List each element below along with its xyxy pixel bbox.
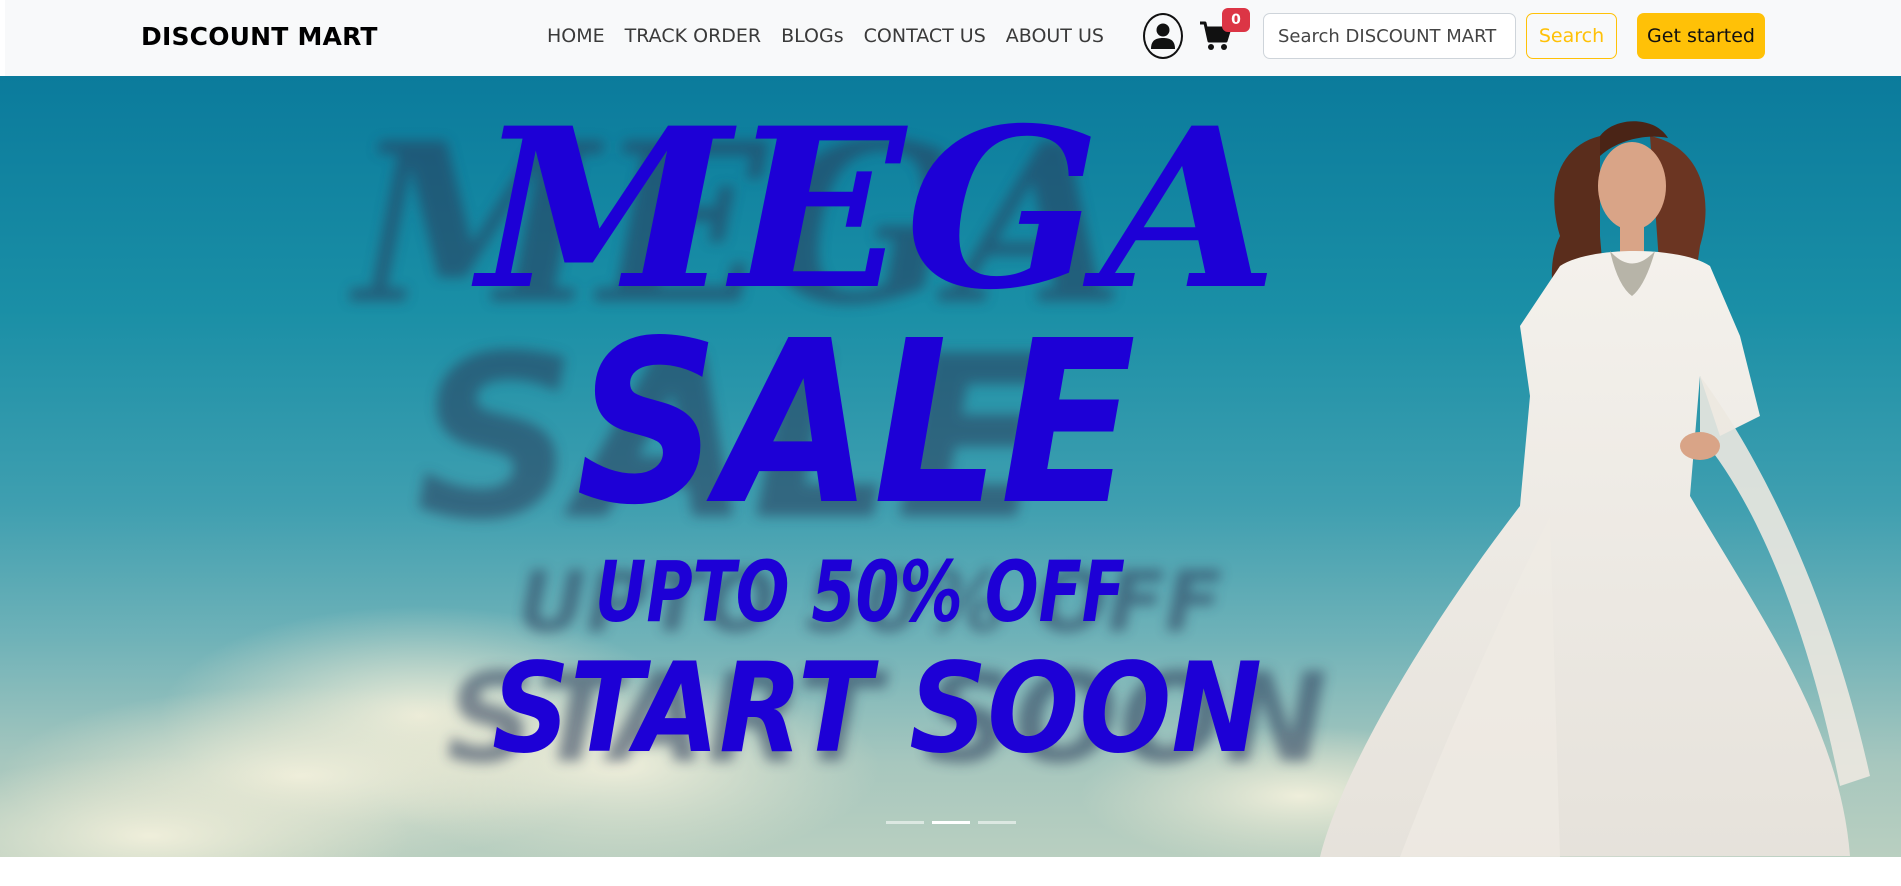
nav-contact-us-link[interactable]: CONTACT US [864,25,986,47]
hero-tagline-text: START SOON [492,637,1262,781]
carousel-indicator-2[interactable] [932,821,970,824]
hero-headline-sale: SALE [576,293,1136,555]
hero-carousel[interactable]: MEGA SALE UPTO 50% OFF START SOON MEGA S… [0,76,1901,857]
user-circle-icon [1151,23,1175,49]
get-started-button[interactable]: Get started [1637,13,1765,59]
nav-blogs-link[interactable]: BLOGs [781,25,844,47]
brand-logo[interactable]: DISCOUNT MART [141,22,378,51]
navbar: DISCOUNT MART HOME TRACK ORDER BLOGs CON… [5,0,1901,77]
carousel-indicators [886,821,1016,824]
account-button[interactable] [1143,13,1183,59]
hero-banner-image: MEGA SALE UPTO 50% OFF START SOON MEGA S… [0,79,1870,857]
nav-track-order-link[interactable]: TRACK ORDER [625,25,761,47]
carousel-indicator-3[interactable] [978,821,1016,824]
model-figure [1320,121,1870,857]
search-button[interactable]: Search [1526,13,1617,59]
hero-offer-text: UPTO 50% OFF [595,543,1125,641]
nav-about-us-link[interactable]: ABOUT US [1006,25,1104,47]
main-nav: HOME TRACK ORDER BLOGs CONTACT US ABOUT … [547,25,1104,47]
search-input[interactable] [1263,13,1516,59]
nav-home-link[interactable]: HOME [547,25,605,47]
cart-count-badge: 0 [1222,8,1250,32]
carousel-indicator-1[interactable] [886,821,924,824]
